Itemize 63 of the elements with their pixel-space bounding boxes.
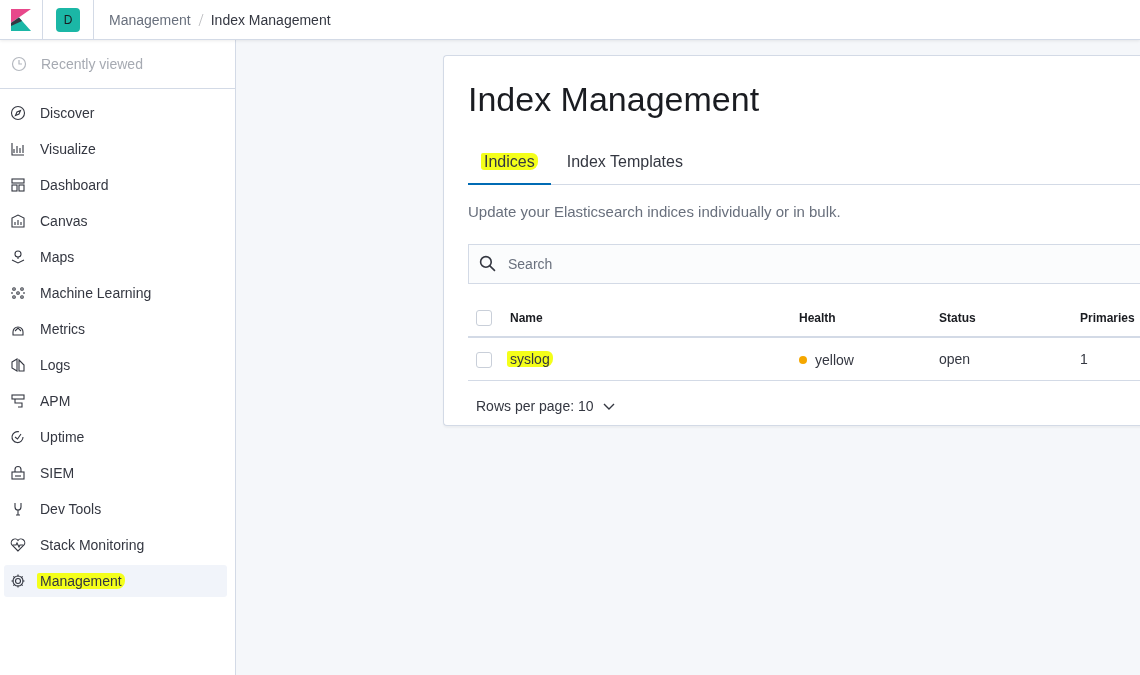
breadcrumb: Index Management xyxy=(210,11,331,28)
nav-item[interactable]: Canvas xyxy=(4,205,227,237)
nav-item[interactable]: Logs xyxy=(4,349,227,381)
nav-item[interactable]: Dashboard xyxy=(4,169,227,201)
nav-label: Discover xyxy=(40,105,95,121)
nav-icon xyxy=(10,429,26,445)
nav-item[interactable]: Maps xyxy=(4,241,227,273)
nav-label: Metrics xyxy=(40,321,86,337)
nav-item[interactable]: Stack Monitoring xyxy=(4,529,227,561)
app-logo[interactable] xyxy=(11,8,31,31)
nav-label: Stack Monitoring xyxy=(40,537,145,553)
nav-item[interactable]: SIEM xyxy=(4,457,227,489)
nav-item[interactable]: Metrics xyxy=(4,313,227,345)
row-checkbox[interactable] xyxy=(476,351,492,368)
tab[interactable]: Indices xyxy=(468,143,551,185)
nav-icon xyxy=(10,357,26,373)
tab[interactable]: Index Templates xyxy=(550,143,699,185)
nav-label: Canvas xyxy=(40,213,88,229)
search-field[interactable]: Search xyxy=(468,244,1140,284)
search-icon xyxy=(479,255,496,272)
page-title: Index Management xyxy=(468,80,761,119)
nav-item[interactable]: Visualize xyxy=(4,133,227,165)
nav-label: Visualize xyxy=(40,141,96,157)
nav-item[interactable]: Management xyxy=(4,565,227,597)
column-header[interactable]: Health xyxy=(799,311,836,325)
nav-label: Machine Learning xyxy=(40,285,152,301)
rows-per-page-button[interactable]: Rows per page: 10 xyxy=(468,397,622,415)
index-name-link[interactable]: syslog xyxy=(507,351,553,367)
column-header[interactable]: Primaries xyxy=(1080,311,1135,325)
nav-label: Dev Tools xyxy=(40,501,102,517)
nav-item[interactable]: Dev Tools xyxy=(4,493,227,525)
nav-item[interactable]: Machine Learning xyxy=(4,277,227,309)
column-header[interactable]: Status xyxy=(939,311,976,325)
select-all-checkbox[interactable] xyxy=(476,310,492,326)
primaries-count: 1 xyxy=(1080,351,1088,367)
health-text: yellow xyxy=(815,351,854,368)
status-text: open xyxy=(939,351,971,367)
nav-icon xyxy=(10,249,26,265)
nav-label: SIEM xyxy=(40,465,75,481)
nav-item[interactable]: APM xyxy=(4,385,227,417)
nav-item[interactable]: Uptime xyxy=(4,421,227,453)
clock-icon xyxy=(11,56,27,72)
nav-label: Logs xyxy=(40,357,71,373)
page-description: Update your Elasticsearch indices individually or in bulk. xyxy=(468,203,842,220)
space-avatar[interactable]: D xyxy=(56,7,80,32)
breadcrumb[interactable]: Management xyxy=(109,11,191,28)
column-header[interactable]: Name xyxy=(510,311,543,325)
nav-label: Management xyxy=(37,573,125,589)
nav-label: Uptime xyxy=(40,429,85,445)
nav-icon xyxy=(10,105,26,121)
nav-icon xyxy=(10,285,26,301)
nav-icon xyxy=(10,393,26,409)
nav-icon xyxy=(10,141,26,157)
separator-icon xyxy=(197,12,204,27)
nav-item[interactable]: Discover xyxy=(4,97,227,129)
nav-icon xyxy=(10,537,26,553)
nav-icon xyxy=(10,465,26,481)
nav-icon xyxy=(10,213,26,229)
nav-label: Dashboard xyxy=(40,177,109,193)
nav-icon xyxy=(10,177,26,193)
nav-icon xyxy=(10,573,26,589)
nav-label: APM xyxy=(40,393,71,409)
nav-label: Maps xyxy=(40,249,75,265)
